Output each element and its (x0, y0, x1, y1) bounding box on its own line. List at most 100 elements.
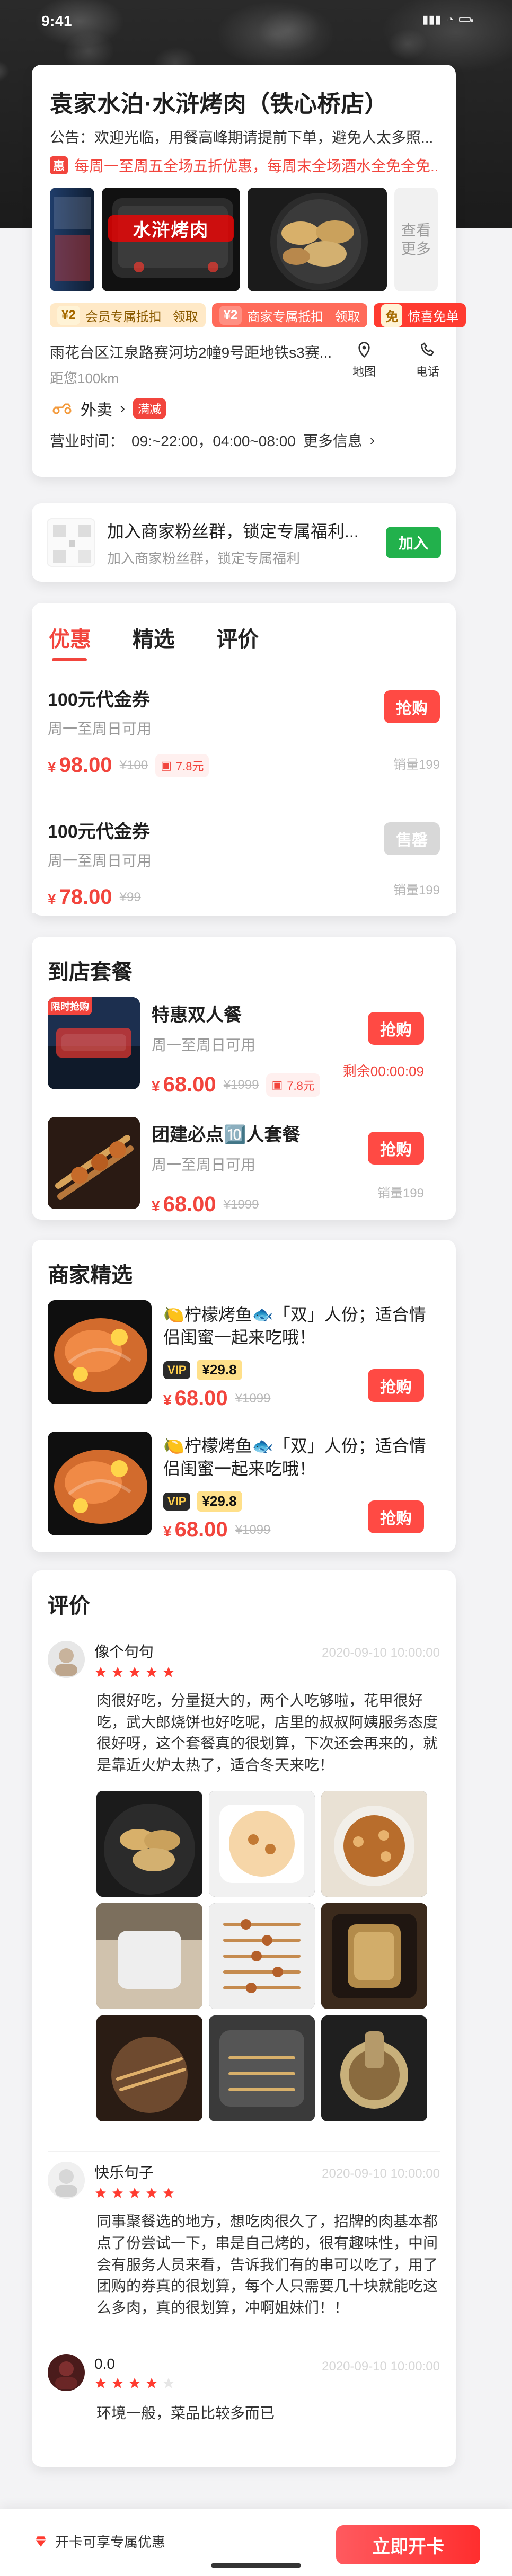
hours-prefix: 营业时间： (50, 433, 125, 449)
gem-icon (36, 2536, 46, 2547)
pick-thumbnail[interactable] (48, 1300, 152, 1404)
pick-price-value: 68.00 (174, 1518, 228, 1542)
chip-value: ¥2 (57, 306, 80, 325)
avatar[interactable] (48, 2354, 85, 2392)
review-photos (96, 1791, 440, 2122)
review-photo[interactable] (96, 2015, 202, 2122)
avatar[interactable] (48, 1641, 85, 1678)
discount-icon: ▣ (271, 1078, 283, 1091)
review-photo[interactable] (209, 2015, 315, 2122)
review-item: 0.0 2020-09-10 10:00:00 环境一般，菜品比较多而已 (48, 2344, 440, 2424)
coupon-old-price: ¥100 (119, 758, 148, 772)
merchant-deduction-chip[interactable]: ¥2 商家专属抵扣 领取 (211, 303, 368, 327)
review-item: 像个句句 2020-09-10 10:00:00 肉很好吃，分量挺大的，两个人吃… (48, 1631, 440, 2122)
package-old-price: ¥1999 (223, 1197, 259, 1212)
pick-item[interactable]: 🍋柠檬烤鱼🐟「双」人份；适合情侣闺蜜一起来吃哦！ VIP ¥29.8 ¥68.0… (48, 1432, 440, 1553)
review-photo[interactable] (96, 1791, 202, 1897)
star-icon (163, 1667, 174, 1677)
package-price-value: 68.00 (163, 1193, 216, 1216)
store-title: 袁家水泊·水浒烤肉（铁心桥店） (50, 91, 389, 117)
open-card-button[interactable]: 立即开卡 (336, 2525, 480, 2564)
takeout-row[interactable]: 外卖 › 满减 (50, 397, 438, 420)
tabs: 优惠 精选 评价 (49, 622, 440, 661)
takeout-badge: 满减 (133, 398, 167, 419)
star-icon (146, 2188, 157, 2198)
pick-image (48, 1432, 152, 1535)
group-avatar (47, 518, 95, 567)
countdown: 剩余00:00:09 (342, 1063, 424, 1079)
coupon-name: 100元代金券 (48, 822, 150, 842)
hours-row[interactable]: 营业时间： 09:~22:00，04:00~08:00 更多信息 › (50, 430, 438, 451)
join-subtitle: 加入商家粉丝群，锁定专属福利 (107, 550, 301, 566)
avatar[interactable] (48, 2162, 85, 2199)
coupon-discount: ▣ 7.8元 (155, 753, 209, 777)
tab-reviews[interactable]: 评价 (216, 622, 259, 661)
review-photo[interactable] (321, 1791, 427, 1897)
store-distance: 距您100km (50, 370, 119, 386)
member-benefits[interactable]: 开卡可享专属优惠 (34, 2531, 165, 2551)
package-thumbnail[interactable] (48, 1117, 140, 1209)
review-photo[interactable] (209, 1791, 315, 1897)
review-date: 2020-09-10 10:00:00 (322, 2166, 440, 2181)
pick-price-value: 68.00 (174, 1387, 228, 1410)
scooter-icon (50, 398, 73, 419)
buy-button[interactable]: 抢购 (384, 690, 440, 723)
coupon-item[interactable]: 100元代金券 周一至周日可用 ¥98.00 ¥100 ▣ 7.8元 抢购 销量… (32, 670, 456, 789)
promo-line[interactable]: 惠 每周一至周五全场五折优惠，每周末全场酒水全免全免... (50, 155, 438, 176)
review-user: 快乐句子 (94, 2161, 175, 2199)
phone-button[interactable]: 电话 (406, 341, 449, 379)
buy-button[interactable]: 抢购 (368, 1500, 424, 1533)
package-price: ¥68.00 (152, 1193, 216, 1216)
gallery-photo[interactable] (247, 188, 387, 291)
chip-action[interactable]: 领取 (173, 306, 198, 325)
buy-button[interactable]: 抢购 (368, 1012, 424, 1045)
tab-picks[interactable]: 精选 (133, 622, 175, 661)
status-icons: ▮▮▮ ◔ (422, 13, 473, 26)
promo-icon: 惠 (50, 156, 68, 174)
buy-button[interactable]: 抢购 (368, 1132, 424, 1165)
star-icon (95, 2378, 106, 2388)
store-address[interactable]: 雨花台区江泉路赛河坊2幢9号距地铁s3赛... (50, 341, 332, 362)
coupon-price-row: ¥98.00 ¥100 ▣ 7.8元 (48, 753, 440, 777)
gallery-more-button[interactable]: 查看更多 (394, 188, 438, 291)
coupon-availability: 周一至周日可用 (48, 852, 152, 869)
package-thumbnail[interactable]: 限时抢购 (48, 997, 140, 1089)
review-photo[interactable] (209, 1903, 315, 2010)
package-item[interactable]: 限时抢购 特惠双人餐 周一至周日可用 ¥68.00 ¥1999 ▣ 7.8元 抢… (48, 997, 440, 1108)
tab-deals[interactable]: 优惠 (49, 622, 91, 661)
map-button[interactable]: 地图 (342, 341, 386, 379)
pick-item[interactable]: 🍋柠檬烤鱼🐟「双」人份；适合情侣闺蜜一起来吃哦！ VIP ¥29.8 ¥68.0… (48, 1300, 440, 1422)
store-gallery[interactable]: 水浒烤肉 查看更多 (50, 188, 438, 291)
join-text: 加入商家粉丝群，锁定专属福利... 加入商家粉丝群，锁定专属福利 (107, 518, 374, 567)
review-name: 0.0 (94, 2356, 115, 2373)
pick-old-price: ¥1099 (235, 1391, 271, 1406)
more-info[interactable]: 更多信息 (303, 430, 363, 451)
coupon-item[interactable]: 100元代金券 周一至周日可用 ¥78.00 ¥99 售罄 销量199 (32, 802, 456, 913)
gallery-photo[interactable]: 水浒烤肉 (101, 188, 240, 291)
review-photo[interactable] (321, 1903, 427, 2010)
join-button[interactable]: 加入 (386, 527, 441, 558)
gallery-photo[interactable] (50, 188, 94, 291)
review-photo[interactable] (96, 1903, 202, 2010)
coupon-name: 100元代金券 (48, 690, 150, 710)
chip-action[interactable]: 领取 (334, 306, 360, 325)
star-icon (146, 2378, 157, 2388)
wifi-icon: ◔ (446, 13, 454, 26)
star-icon (129, 2188, 140, 2198)
package-price: ¥68.00 (152, 1073, 216, 1097)
pick-thumbnail[interactable] (48, 1432, 152, 1535)
buy-button[interactable]: 抢购 (368, 1369, 424, 1402)
package-item[interactable]: 团建必点🔟人套餐 周一至周日可用 ¥68.00 ¥1999 抢购 销量199 (48, 1117, 440, 1228)
coupon-availability: 周一至周日可用 (48, 721, 152, 737)
photo-image (50, 188, 94, 291)
star-icon (146, 1667, 157, 1677)
package-price-value: 68.00 (163, 1073, 216, 1096)
member-deduction-chip[interactable]: ¥2 会员专属抵扣 领取 (50, 303, 206, 327)
pick-old-price: ¥1099 (235, 1522, 271, 1537)
surprise-free-chip[interactable]: 免 惊喜免单 (374, 303, 466, 327)
package-discount: ▣ 7.8元 (266, 1073, 320, 1097)
member-benefits-text: 开卡可享专属优惠 (55, 2534, 166, 2550)
vip-price: ¥29.8 (197, 1491, 242, 1512)
review-text: 环境一般，菜品比较多而已 (96, 2405, 275, 2422)
review-photo[interactable] (321, 2015, 427, 2122)
